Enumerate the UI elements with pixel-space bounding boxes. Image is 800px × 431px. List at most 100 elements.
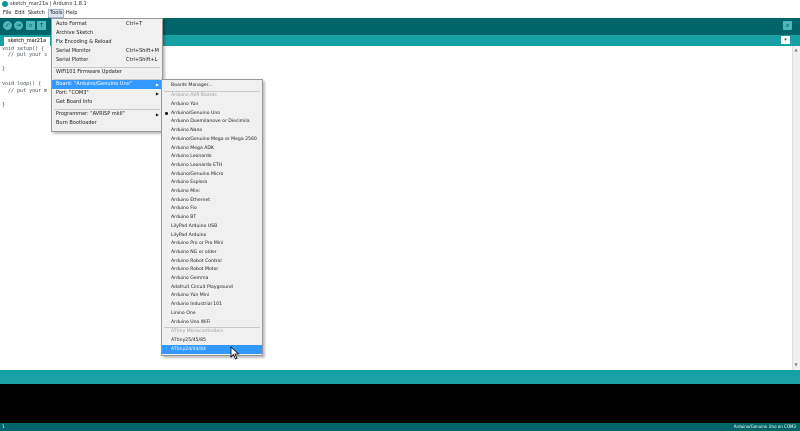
status-bar <box>0 370 800 384</box>
serial-monitor-button[interactable]: ⌕ <box>783 21 792 30</box>
code-line: } <box>2 66 6 72</box>
tab-menu-button[interactable]: ▾ <box>781 36 790 44</box>
board-option-label: Arduino Esplora <box>171 180 208 186</box>
open-button[interactable]: ↑ <box>37 21 46 30</box>
menu-item-label: WiFi101 Firmware Updater <box>56 69 122 75</box>
board-option[interactable]: Arduino Leonardo ETH <box>162 161 262 170</box>
menu-item-fix-encoding[interactable]: Fix Encoding & Reload <box>52 38 162 47</box>
board-option[interactable]: LilyPad Arduino <box>162 231 262 240</box>
board-option-label: LilyPad Arduino <box>171 232 207 238</box>
board-option-label: LilyPad Arduino USB <box>171 223 218 229</box>
new-file-icon: ▫ <box>28 22 33 29</box>
check-icon: ✓ <box>4 22 11 29</box>
menu-item-programmer[interactable]: Programmer: "AVRISP mkII" ▶ <box>52 110 162 119</box>
board-option-label: Arduino Mini <box>171 189 200 194</box>
board-option[interactable]: Arduino Industrial 101 <box>162 300 262 309</box>
board-option[interactable]: Arduino Robot Motor <box>162 265 262 274</box>
menu-item-shortcut: Ctrl+Shift+M <box>126 48 159 54</box>
code-line: // put your s <box>2 52 48 58</box>
board-option-label: Arduino Robot Control <box>171 258 222 264</box>
board-option-label: Linino One <box>171 310 196 316</box>
tab-sketch[interactable]: sketch_mar21a <box>4 37 51 46</box>
board-option[interactable]: Arduino Mega ADK <box>162 144 262 153</box>
board-option[interactable]: Arduino Robot Control <box>162 257 262 266</box>
menu-sketch[interactable]: Sketch <box>27 10 46 17</box>
verify-button[interactable]: ✓ <box>3 21 12 30</box>
board-option-label: Arduino/Genuino Mega or Mega 2560 <box>171 136 257 142</box>
menu-item-port[interactable]: Port: "COM3" ▶ <box>52 89 162 98</box>
board-option-label: Arduino Fio <box>171 206 197 212</box>
menu-item-archive-sketch[interactable]: Archive Sketch <box>52 29 162 38</box>
submenu-arrow-icon: ▶ <box>155 112 159 117</box>
board-option[interactable]: Linino One <box>162 309 262 318</box>
magnifier-icon: ⌕ <box>785 22 790 29</box>
board-option[interactable]: Arduino Leonardo <box>162 152 262 161</box>
board-option[interactable]: Arduino Duemilanove or Diecimila <box>162 117 262 126</box>
editor-scrollbar[interactable] <box>792 46 800 370</box>
menu-item-label: Serial Plotter <box>56 57 89 63</box>
menu-item-wifi-updater[interactable]: WiFi101 Firmware Updater <box>52 68 162 77</box>
mouse-pointer-icon <box>230 346 240 360</box>
board-option[interactable]: ATtiny25/45/85 <box>162 336 262 345</box>
board-port-status: Arduino/Genuino Uno on COM3 <box>733 424 796 429</box>
board-option[interactable]: Arduino/Genuino Uno <box>162 109 262 118</box>
board-option[interactable]: Arduino Ethernet <box>162 196 262 205</box>
board-option[interactable]: Arduino NG or older <box>162 248 262 257</box>
submenu-arrow-icon: ▶ <box>155 82 159 87</box>
line-number: 1 <box>2 424 5 429</box>
menu-item-boards-manager[interactable]: Boards Manager... <box>162 81 262 90</box>
board-option[interactable]: Arduino Yún Mini <box>162 291 262 300</box>
board-option[interactable]: Arduino Pro or Pro Mini <box>162 239 262 248</box>
board-option[interactable]: Arduino/Genuino Micro <box>162 170 262 179</box>
menu-item-label: Auto Format <box>56 21 87 27</box>
menu-item-shortcut: Ctrl+Shift+L <box>126 57 158 63</box>
board-option[interactable]: ATtiny24/44/84 <box>162 345 262 354</box>
board-option[interactable]: Arduino Nano <box>162 126 262 135</box>
board-option-label: Arduino Yún Mini <box>171 293 210 299</box>
board-option[interactable]: Arduino Fio <box>162 204 262 213</box>
scroll-down-icon[interactable]: ▼ <box>793 362 799 368</box>
menu-tools[interactable]: Tools <box>48 9 65 18</box>
board-option-label: Arduino Duemilanove or Diecimila <box>171 119 250 125</box>
board-option[interactable]: LilyPad Arduino USB <box>162 222 262 231</box>
menu-item-serial-monitor[interactable]: Serial Monitor Ctrl+Shift+M <box>52 47 162 56</box>
scroll-up-icon[interactable]: ▲ <box>793 47 799 53</box>
board-option[interactable]: Adafruit Circuit Playground <box>162 283 262 292</box>
menu-item-label: Fix Encoding & Reload <box>56 39 112 45</box>
arrow-right-icon: → <box>15 22 22 29</box>
board-option-label: Arduino Yún <box>171 102 199 107</box>
board-option-label: ATtiny24/44/84 <box>171 347 206 352</box>
menu-file[interactable]: File <box>2 10 12 17</box>
board-option-label: Arduino Leonardo ETH <box>171 162 223 168</box>
menu-item-label: Archive Sketch <box>56 30 94 36</box>
board-option-label: Arduino Ethernet <box>171 197 211 203</box>
board-option-label: Adafruit Circuit Playground <box>171 284 233 290</box>
board-option[interactable]: Arduino Uno WiFi <box>162 318 262 327</box>
menu-item-auto-format[interactable]: Auto Format Ctrl+T <box>52 20 162 29</box>
window-title: sketch_mar21a | Arduino 1.8.1 <box>10 1 87 7</box>
menu-item-label: Port: "COM3" <box>56 90 89 96</box>
board-option[interactable]: Arduino BT <box>162 213 262 222</box>
menu-item-burn-bootloader[interactable]: Burn Bootloader <box>52 119 162 128</box>
menu-section-header: ATtiny Microcontrollers <box>162 327 262 336</box>
board-option[interactable]: Arduino/Genuino Mega or Mega 2560 <box>162 135 262 144</box>
board-option-label: Arduino NG or older <box>171 249 217 255</box>
arduino-logo-icon <box>2 1 8 7</box>
board-option[interactable]: Arduino Gemma <box>162 274 262 283</box>
menu-item-serial-plotter[interactable]: Serial Plotter Ctrl+Shift+L <box>52 56 162 65</box>
new-button[interactable]: ▫ <box>26 21 35 30</box>
menu-item-label: Boards Manager... <box>171 83 213 88</box>
board-option[interactable]: Arduino Yún <box>162 100 262 109</box>
board-option[interactable]: Arduino Mini <box>162 187 262 196</box>
board-option-label: Arduino Mega ADK <box>171 145 214 151</box>
upload-button[interactable]: → <box>14 21 23 30</box>
board-option[interactable]: Arduino Esplora <box>162 178 262 187</box>
menu-help[interactable]: Help <box>65 10 78 17</box>
menu-edit[interactable]: Edit <box>14 10 26 17</box>
menu-item-get-board-info[interactable]: Get Board Info <box>52 98 162 107</box>
open-arrow-icon: ↑ <box>38 22 45 29</box>
menu-item-label: Get Board Info <box>56 99 93 105</box>
board-option-label: ATtiny25/45/85 <box>171 338 206 343</box>
menu-item-board[interactable]: Board: "Arduino/Genuino Uno" ▶ <box>52 80 162 89</box>
menu-item-label: Serial Monitor <box>56 48 91 54</box>
